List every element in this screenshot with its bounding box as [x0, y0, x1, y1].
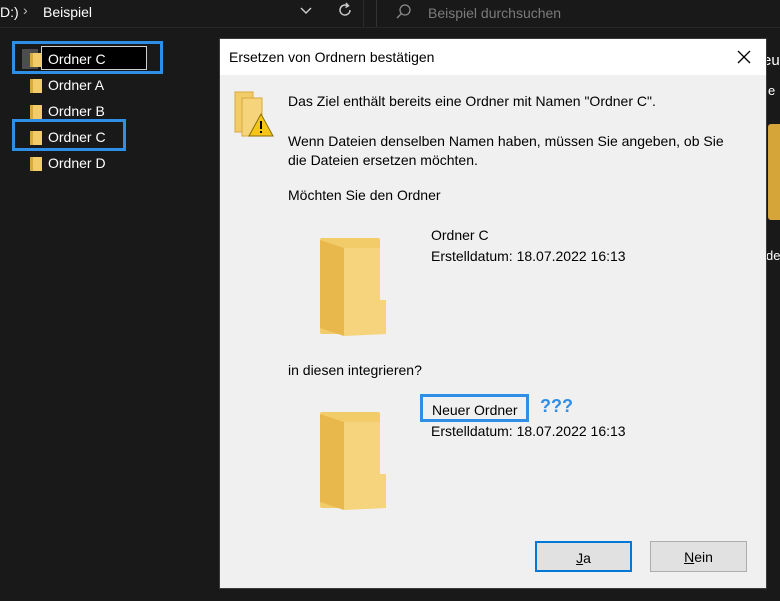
- divider: [363, 0, 364, 27]
- folder-icon: [320, 412, 386, 510]
- message-line: Wenn Dateien denselben Namen haben, müss…: [288, 133, 724, 149]
- highlight-box: [12, 119, 126, 151]
- folder-icon: [320, 238, 386, 336]
- folder-icon: [768, 124, 780, 220]
- search-placeholder: Beispiel durchsuchen: [428, 5, 562, 21]
- replace-folder-dialog: Ersetzen von Ordnern bestätigen Das Ziel…: [219, 38, 767, 589]
- source-folder-date: Erstelldatum: 18.07.2022 16:13: [431, 248, 626, 264]
- yes-button[interactable]: Ja: [535, 541, 632, 572]
- divider: [0, 27, 780, 28]
- chevron-down-icon[interactable]: [298, 2, 314, 18]
- refresh-icon[interactable]: [336, 1, 354, 19]
- question-text: Möchten Sie den Ordner: [288, 187, 441, 203]
- address-bar: D:) › Beispiel Beispiel durchsuchen: [0, 0, 780, 27]
- no-button-label: ein: [694, 549, 713, 565]
- no-button[interactable]: Nein: [650, 541, 747, 572]
- highlight-box: [12, 41, 163, 74]
- folder-icon: [30, 105, 42, 119]
- target-folder-date: Erstelldatum: 18.07.2022 16:13: [431, 423, 626, 439]
- dialog-titlebar: Ersetzen von Ordnern bestätigen: [220, 39, 766, 75]
- question-text: in diesen integrieren?: [288, 362, 422, 378]
- background-text: de: [766, 248, 780, 263]
- breadcrumb-drive[interactable]: D:): [0, 4, 19, 20]
- message-line: die Dateien ersetzen möchten.: [288, 152, 478, 168]
- search-input[interactable]: Beispiel durchsuchen: [376, 0, 780, 27]
- dialog-title: Ersetzen von Ordnern bestätigen: [229, 49, 435, 65]
- annotation-question-marks: ???: [540, 396, 573, 416]
- no-button-accesskey: N: [684, 549, 695, 565]
- tree-item-label: Ordner B: [48, 103, 105, 119]
- source-folder-name: Ordner C: [431, 227, 489, 243]
- tree-item-label: Ordner A: [48, 77, 105, 93]
- close-icon[interactable]: [734, 47, 754, 67]
- breadcrumb-separator-icon[interactable]: ›: [23, 2, 28, 18]
- yes-button-label: a: [583, 550, 591, 566]
- folder-icon: [30, 79, 42, 93]
- search-icon: [396, 4, 411, 19]
- tree-item-ordner-d[interactable]: Ordner D: [28, 152, 168, 174]
- folder-icon: [30, 157, 42, 171]
- background-text: e: [768, 83, 776, 98]
- tree-item-label: Ordner D: [48, 155, 106, 171]
- breadcrumb-folder[interactable]: Beispiel: [43, 4, 92, 20]
- highlight-box: [420, 394, 529, 422]
- message-line: Das Ziel enthält bereits eine Ordner mit…: [288, 93, 656, 109]
- folder-warning-icon: [234, 91, 274, 137]
- tree-item-ordner-a[interactable]: Ordner A: [28, 74, 168, 96]
